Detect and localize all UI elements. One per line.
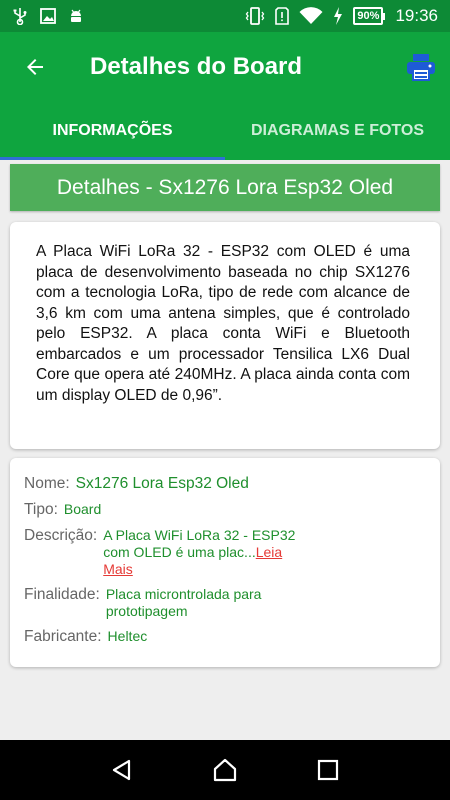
print-button[interactable]: [406, 53, 436, 81]
fabricante-value: Heltec: [107, 628, 148, 644]
tab-informacoes[interactable]: INFORMAÇÕES: [0, 102, 225, 160]
finalidade-value: Placa microntrolada para prototipagem: [105, 586, 262, 619]
tab-indicator: [0, 157, 225, 160]
usb-icon: [12, 7, 28, 25]
app-screen: 90% 19:36 Detalhes do Board INFORMAÇÕES …: [0, 0, 450, 800]
info-card: Nome: Sx1276 Lora Esp32 Oled Tipo: Board…: [10, 458, 440, 667]
nav-home-button[interactable]: [205, 750, 245, 790]
arrow-back-icon: [27, 59, 43, 75]
android-icon: [68, 8, 84, 24]
vibrate-icon: [245, 7, 265, 25]
nome-value: Sx1276 Lora Esp32 Oled: [75, 475, 249, 492]
section-title: Detalhes - Sx1276 Lora Esp32 Oled: [56, 175, 394, 199]
tipo-value: Board: [63, 501, 102, 517]
clock: 19:36: [395, 6, 438, 25]
section-header: Detalhes - Sx1276 Lora Esp32 Oled: [10, 164, 440, 211]
status-left: [12, 7, 84, 25]
image-icon: [40, 8, 56, 24]
alert-icon: [275, 7, 290, 25]
nav-back-button[interactable]: [102, 750, 142, 790]
tipo-label: Tipo:: [24, 501, 58, 518]
description-card: A Placa WiFi LoRa 32 - ESP32 com OLED é …: [10, 222, 440, 449]
charging-icon: [333, 7, 343, 25]
fabricante-label: Fabricante:: [24, 628, 102, 645]
info-row-nome: Nome: Sx1276 Lora Esp32 Oled: [24, 475, 426, 493]
info-row-tipo: Tipo: Board: [24, 501, 426, 519]
nome-label: Nome:: [24, 475, 70, 492]
tab-bar: INFORMAÇÕES DIAGRAMAS E FOTOS: [0, 102, 450, 160]
description-text: A Placa WiFi LoRa 32 - ESP32 com OLED é …: [36, 243, 410, 404]
descricao-label: Descrição:: [24, 527, 98, 544]
navigation-bar: [0, 740, 450, 800]
status-right: 90% 19:36: [245, 6, 438, 26]
tab-diagramas-e-fotos[interactable]: DIAGRAMAS E FOTOS: [225, 102, 450, 160]
wifi-icon: [299, 7, 323, 25]
battery-icon: 90%: [353, 7, 386, 25]
info-row-finalidade: Finalidade: Placa microntrolada para pro…: [24, 586, 426, 620]
info-row-descricao: Descrição: A Placa WiFi LoRa 32 - ESP32 …: [24, 527, 426, 578]
finalidade-label: Finalidade:: [24, 586, 100, 603]
info-row-fabricante: Fabricante: Heltec: [24, 628, 426, 646]
printer-icon: [407, 54, 435, 81]
page-title: Detalhes do Board: [90, 53, 303, 80]
home-icon: [213, 758, 237, 782]
back-button[interactable]: [0, 32, 70, 102]
descricao-value-wrap: A Placa WiFi LoRa 32 - ESP32 com OLED é …: [103, 527, 308, 578]
battery-level: 90%: [353, 7, 384, 25]
app-bar: Detalhes do Board: [0, 32, 450, 102]
triangle-back-icon: [112, 759, 130, 781]
status-bar: 90% 19:36: [0, 0, 450, 32]
square-recents-icon: [318, 759, 339, 781]
nav-recents-button[interactable]: [308, 750, 348, 790]
